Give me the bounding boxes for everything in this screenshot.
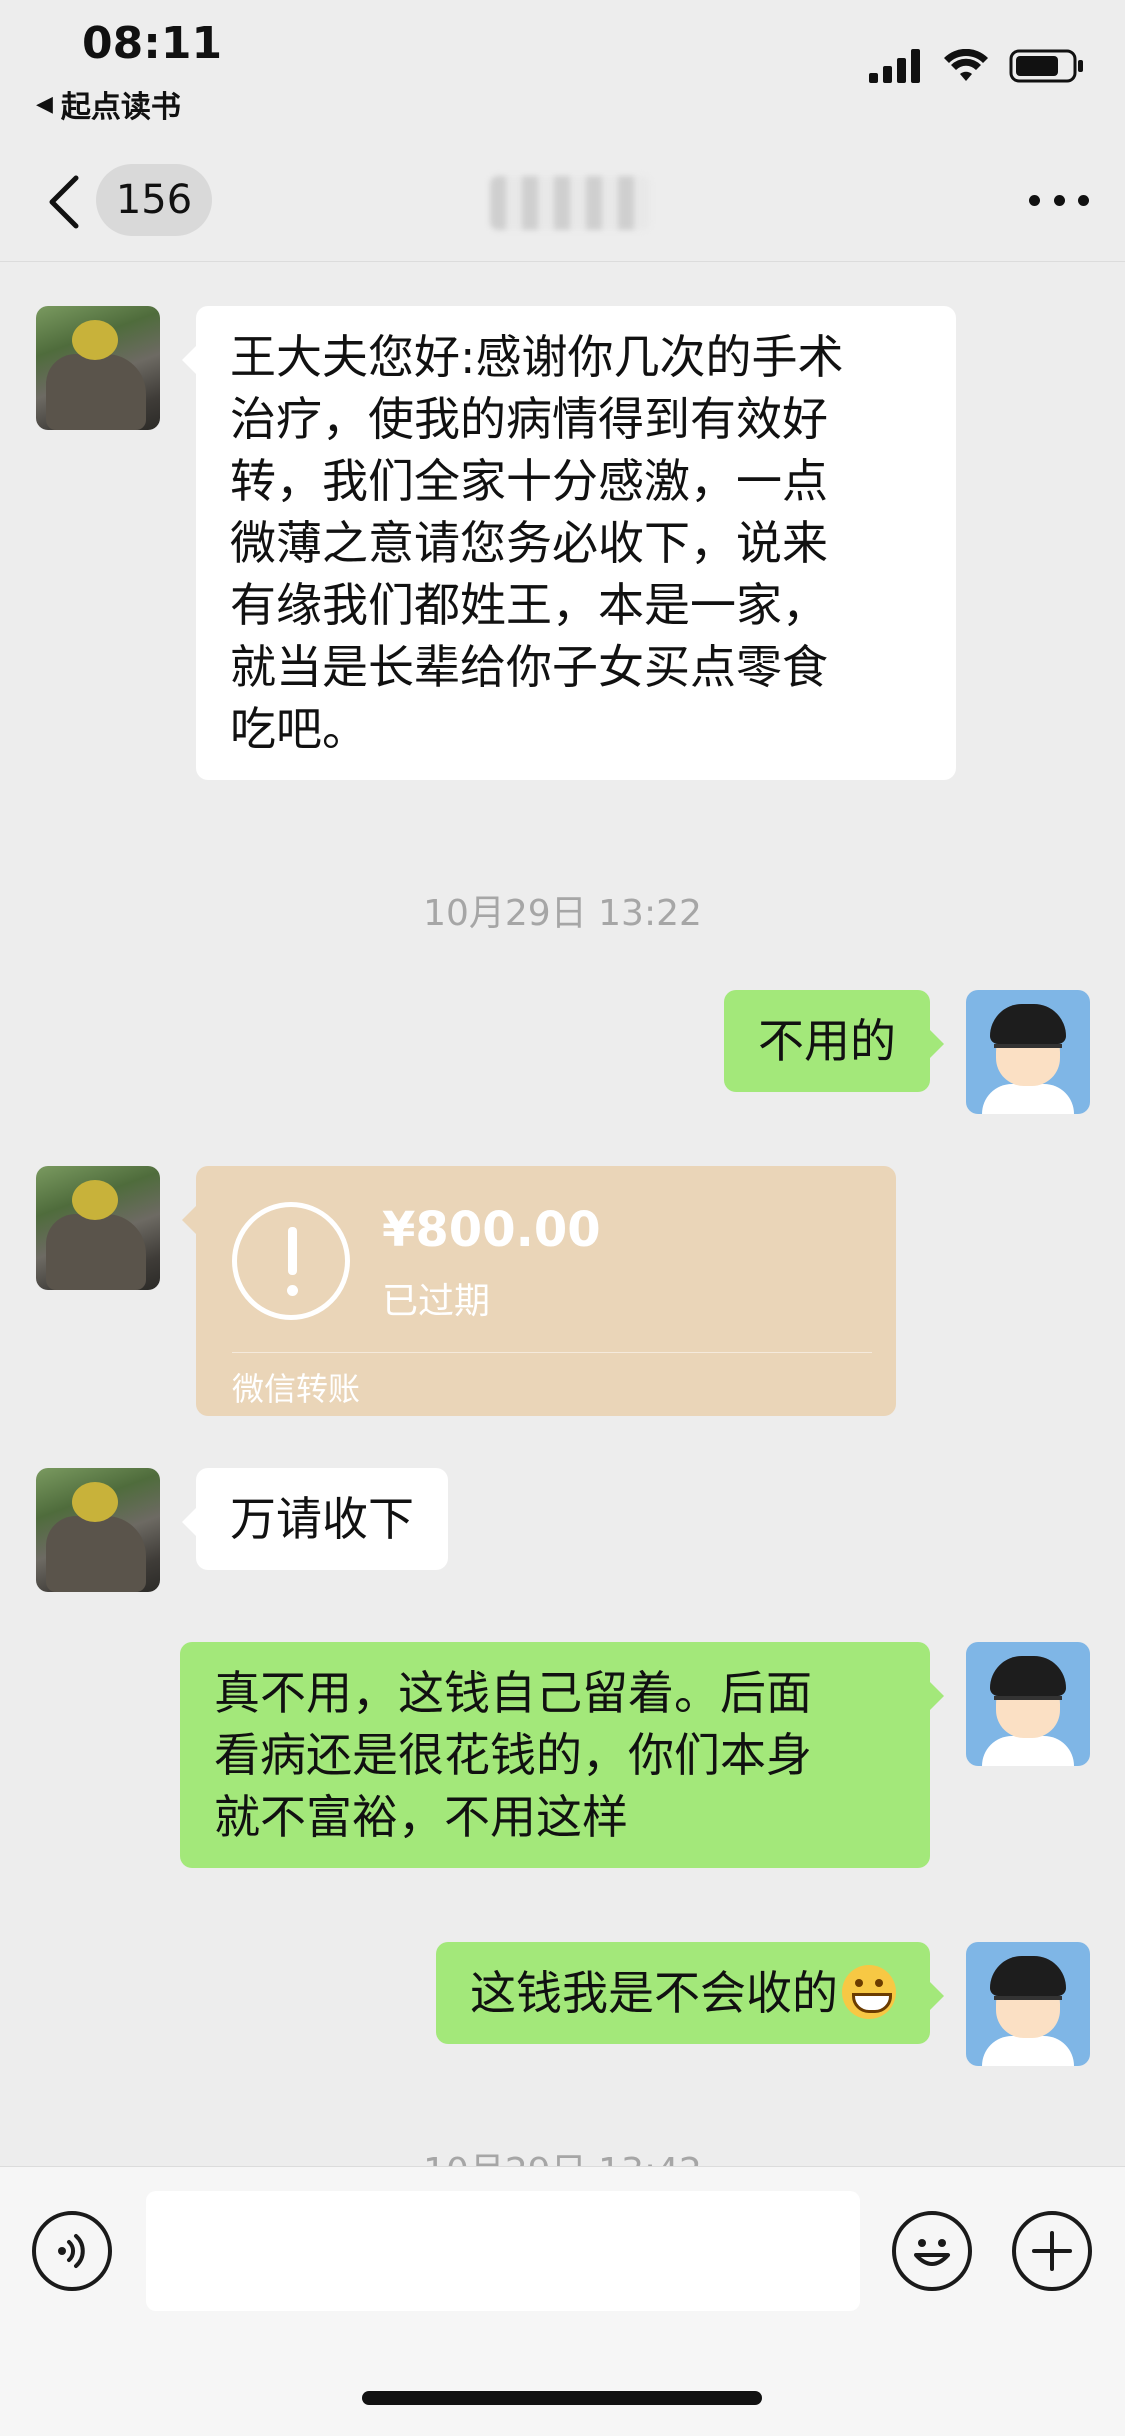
chat-header: 156 (0, 140, 1125, 262)
status-bar: 08:11 ◀ 起点读书 (0, 0, 1125, 140)
my-avatar[interactable] (966, 990, 1090, 1114)
transfer-label: 微信转账 (232, 1370, 361, 1408)
transfer-status: 已过期 (382, 1281, 491, 1322)
message-line: 就当是长辈给你子女买点零食 (230, 640, 828, 694)
transfer-card-expired[interactable]: ¥800.00 已过期 微信转账 (182, 1166, 896, 1416)
emoji-button[interactable] (892, 2211, 972, 2291)
grinning-face-emoji-icon (842, 1965, 896, 2019)
message-line: 微薄之意请您务必收下，说来 (230, 516, 828, 570)
back-triangle-icon: ◀ (36, 91, 53, 117)
message-line: 转，我们全家十分感激，一点 (230, 454, 828, 508)
back-to-app-link[interactable]: ◀ 起点读书 (36, 82, 181, 126)
back-app-label: 起点读书 (60, 90, 181, 125)
more-options-icon[interactable] (1029, 180, 1089, 220)
message-line: 这钱我是不会收的 (470, 1962, 896, 2024)
wifi-icon (944, 49, 988, 81)
message-line: 治疗，使我的病情得到有效好 (230, 392, 828, 446)
plus-icon (1032, 2231, 1072, 2271)
battery-icon (1009, 49, 1083, 83)
message-timestamp: 10月29日 13:22 (423, 893, 702, 934)
message-bubble-sent[interactable]: 真不用，这钱自己留着。后面 看病还是很花钱的，你们本身 就不富裕，不用这样 (180, 1642, 944, 1868)
cellular-signal-icon (869, 49, 920, 83)
message-bubble-sent[interactable]: 不用的 (724, 990, 944, 1092)
transfer-divider (232, 1352, 872, 1353)
message-line: 就不富裕，不用这样 (214, 1790, 628, 1844)
emoji-icon (914, 2239, 950, 2266)
message-line: 不用的 (758, 1014, 896, 1068)
message-text: 这钱我是不会收的 (470, 1966, 838, 2020)
status-icons (869, 48, 1085, 84)
home-indicator[interactable] (362, 2391, 762, 2405)
unread-count-badge[interactable]: 156 (96, 164, 212, 236)
message-line: 真不用，这钱自己留着。后面 (214, 1666, 812, 1720)
voice-input-button[interactable] (32, 2211, 112, 2291)
contact-avatar[interactable] (36, 1468, 160, 1592)
chat-input-bar (0, 2166, 1125, 2436)
message-bubble-received[interactable]: 王大夫您好:感谢你几次的手术 治疗，使我的病情得到有效好 转，我们全家十分感激，… (182, 306, 956, 780)
back-arrow-icon[interactable] (40, 172, 90, 232)
message-text-input[interactable] (146, 2191, 860, 2311)
message-line: 有缘我们都姓王，本是一家， (230, 578, 828, 632)
exclamation-icon (232, 1202, 350, 1320)
my-avatar[interactable] (966, 1942, 1090, 2066)
message-line: 看病还是很花钱的，你们本身 (214, 1728, 812, 1782)
more-actions-button[interactable] (1012, 2211, 1092, 2291)
contact-avatar[interactable] (36, 1166, 160, 1290)
message-bubble-sent[interactable]: 这钱我是不会收的 (436, 1942, 944, 2044)
my-avatar[interactable] (966, 1642, 1090, 1766)
message-bubble-received[interactable]: 万请收下 (182, 1468, 448, 1570)
message-line: 王大夫您好:感谢你几次的手术 (230, 330, 844, 384)
voice-icon (58, 2234, 85, 2268)
contact-avatar[interactable] (36, 306, 160, 430)
message-line: 万请收下 (230, 1492, 414, 1546)
chat-title-blurred (490, 176, 650, 230)
message-line: 吃吧。 (230, 702, 368, 756)
status-time: 08:11 (82, 18, 223, 69)
transfer-amount: ¥800.00 (382, 1202, 601, 1258)
